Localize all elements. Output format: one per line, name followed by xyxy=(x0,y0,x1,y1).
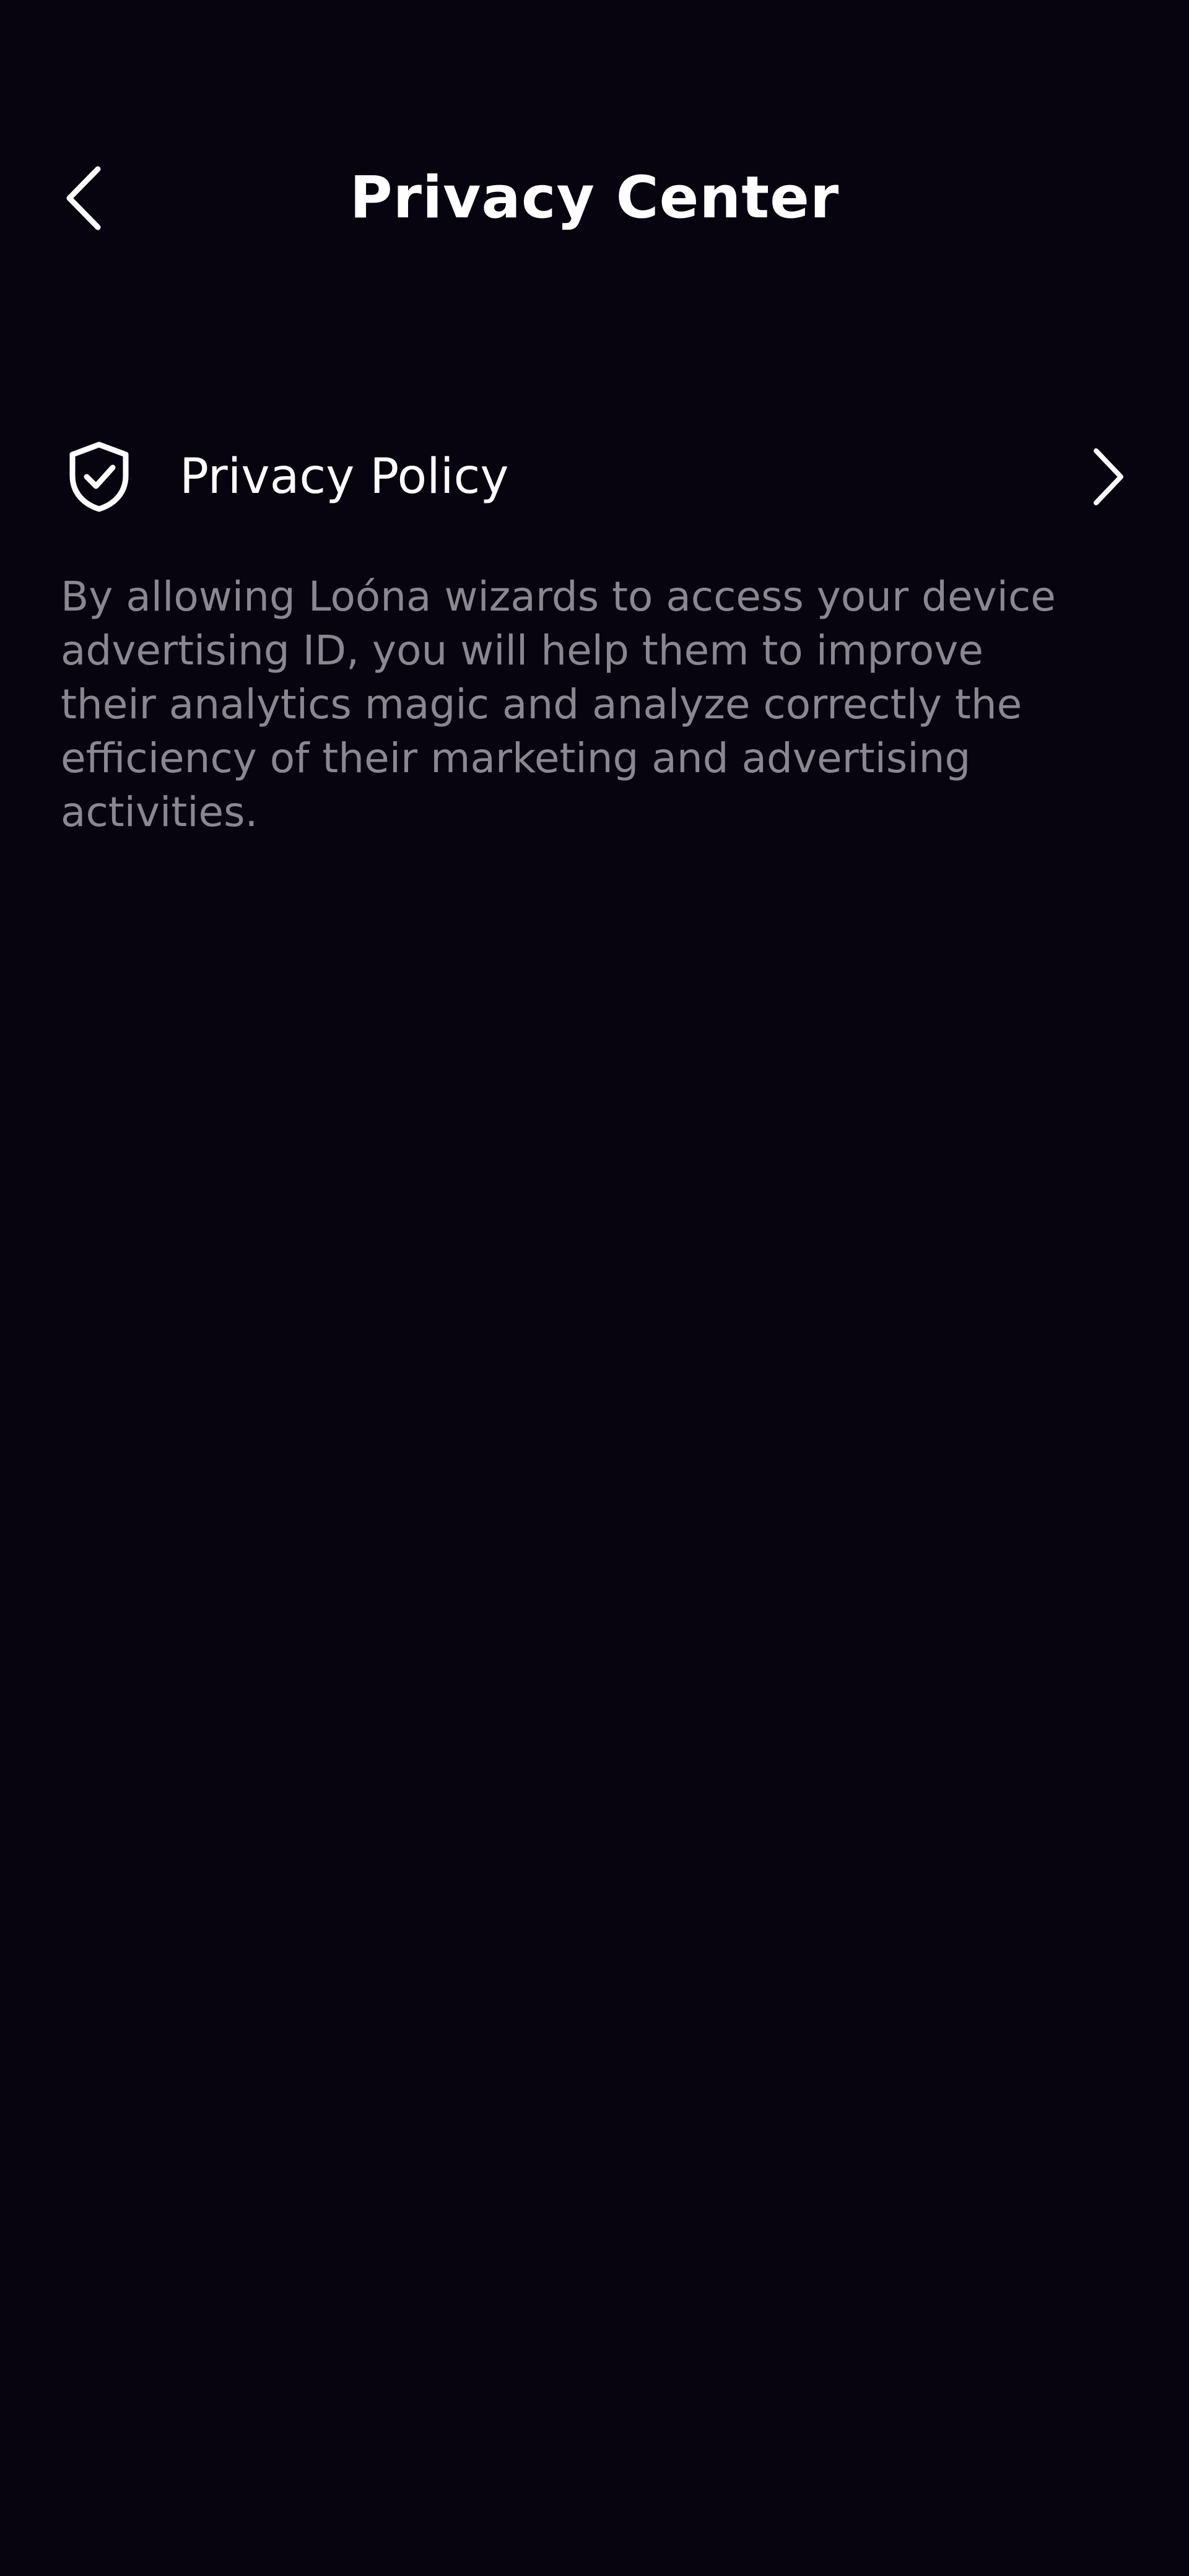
privacy-policy-label: Privacy Policy xyxy=(180,449,509,505)
shield-check-icon xyxy=(56,433,142,520)
privacy-policy-row[interactable]: Privacy Policy xyxy=(56,427,1139,526)
chevron-right-icon xyxy=(1078,440,1139,514)
back-button[interactable] xyxy=(50,161,118,235)
privacy-center-screen: Privacy Center Privacy Policy By allowin… xyxy=(0,0,1189,2576)
page-title: Privacy Center xyxy=(349,164,840,232)
chevron-left-icon xyxy=(66,166,101,230)
advertising-id-description: By allowing Loóna wizards to access your… xyxy=(61,573,1056,836)
header: Privacy Center xyxy=(0,136,1189,260)
